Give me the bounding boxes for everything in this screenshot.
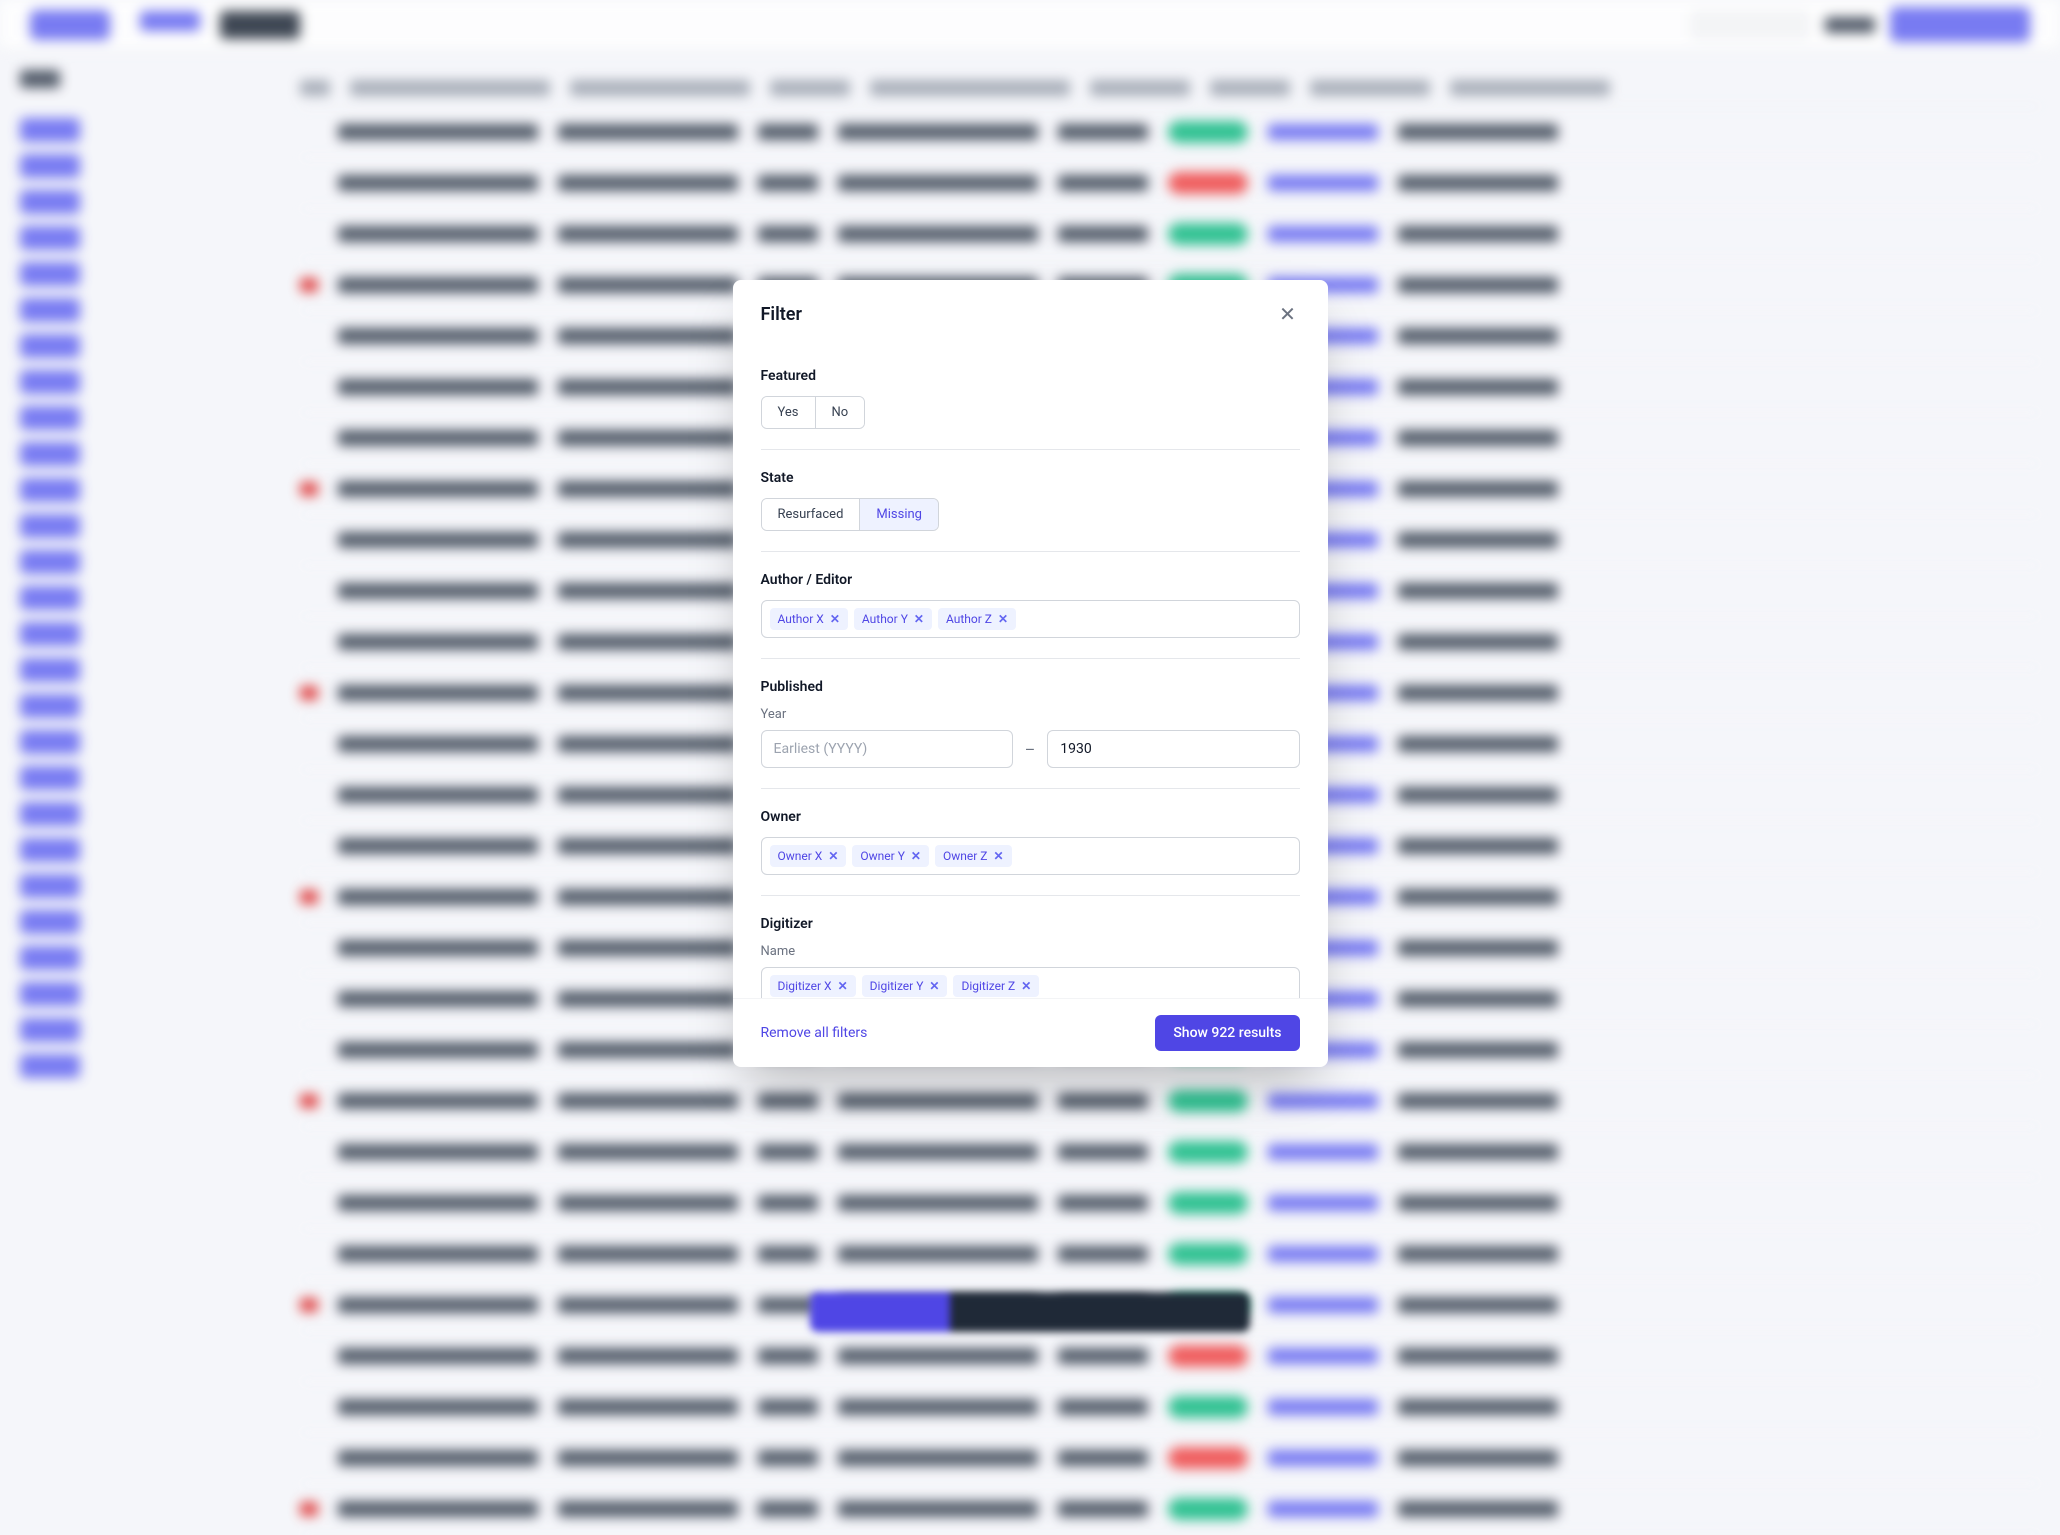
tag-label: Author X [778,612,824,626]
state-missing-button[interactable]: Missing [860,499,938,530]
owner-tag: Owner Y ✕ [852,845,929,867]
featured-no-button[interactable]: No [816,397,865,428]
tag-remove-icon[interactable]: ✕ [914,612,924,626]
close-button[interactable]: ✕ [1276,302,1300,326]
state-resurfaced-button[interactable]: Resurfaced [762,499,861,530]
show-results-button[interactable]: Show 922 results [1155,1015,1299,1051]
remove-all-filters-button[interactable]: Remove all filters [761,1025,868,1041]
tag-label: Digitizer Y [870,979,924,993]
tag-remove-icon[interactable]: ✕ [828,849,838,863]
digitizer-tag-input[interactable]: Digitizer X ✕ Digitizer Y ✕ Digitizer Z … [761,967,1300,998]
digitizer-section: Digitizer Name Digitizer X ✕ Digitizer Y… [761,896,1300,998]
tag-label: Digitizer Z [961,979,1015,993]
modal-title: Filter [761,304,802,325]
tag-remove-icon[interactable]: ✕ [830,612,840,626]
modal-footer: Remove all filters Show 922 results [733,998,1328,1067]
tag-remove-icon[interactable]: ✕ [838,979,848,993]
toast [810,1292,1250,1332]
year-sublabel: Year [761,707,1300,722]
owner-tag: Owner X ✕ [770,845,847,867]
owner-section: Owner Owner X ✕ Owner Y ✕ Owner Z ✕ [761,789,1300,896]
state-label: State [761,470,1300,486]
tag-label: Owner X [778,849,823,863]
featured-label: Featured [761,368,1300,384]
state-segmented: Resurfaced Missing [761,498,939,531]
tag-remove-icon[interactable]: ✕ [911,849,921,863]
featured-yes-button[interactable]: Yes [762,397,816,428]
published-section: Published Year – [761,659,1300,789]
featured-segmented: Yes No [761,396,866,429]
digitizer-tag: Digitizer Y ✕ [862,975,948,997]
modal-body[interactable]: Featured Yes No State Resurfaced Missing… [733,348,1328,998]
digitizer-tag: Digitizer Z ✕ [953,975,1039,997]
author-label: Author / Editor [761,572,1300,588]
tag-remove-icon[interactable]: ✕ [993,849,1003,863]
close-icon: ✕ [1279,302,1296,326]
digitizer-tag: Digitizer X ✕ [770,975,856,997]
tag-label: Digitizer X [778,979,832,993]
owner-tag-input[interactable]: Owner X ✕ Owner Y ✕ Owner Z ✕ [761,837,1300,875]
author-tag-input[interactable]: Author X ✕ Author Y ✕ Author Z ✕ [761,600,1300,638]
tag-label: Author Y [862,612,908,626]
digitizer-label: Digitizer [761,916,1300,932]
author-tag: Author X ✕ [770,608,848,630]
tag-label: Owner Y [860,849,905,863]
owner-tag: Owner Z ✕ [935,845,1012,867]
author-section: Author / Editor Author X ✕ Author Y ✕ Au… [761,552,1300,659]
featured-section: Featured Yes No [761,348,1300,450]
range-dash: – [1025,740,1036,759]
state-section: State Resurfaced Missing [761,450,1300,552]
published-label: Published [761,679,1300,695]
year-range: – [761,730,1300,768]
year-to-input[interactable] [1047,730,1299,768]
tag-remove-icon[interactable]: ✕ [998,612,1008,626]
tag-label: Author Z [946,612,992,626]
tag-remove-icon[interactable]: ✕ [1021,979,1031,993]
tag-label: Owner Z [943,849,988,863]
author-tag: Author Y ✕ [854,608,932,630]
filter-modal-overlay: Filter ✕ Featured Yes No State Resurface… [0,0,2060,1352]
author-tag: Author Z ✕ [938,608,1016,630]
digitizer-name-sublabel: Name [761,944,1300,959]
year-from-input[interactable] [761,730,1013,768]
tag-remove-icon[interactable]: ✕ [929,979,939,993]
filter-modal: Filter ✕ Featured Yes No State Resurface… [733,280,1328,1067]
owner-label: Owner [761,809,1300,825]
